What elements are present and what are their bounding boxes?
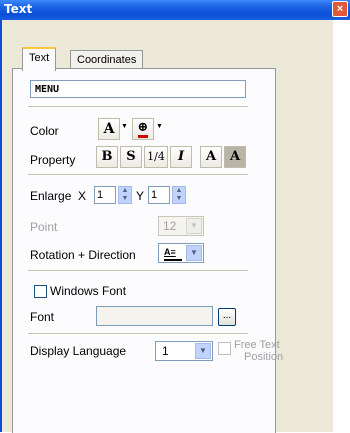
fill-color-button[interactable]: ⊕ bbox=[132, 118, 154, 140]
font-browse-button[interactable]: ... bbox=[218, 308, 236, 326]
windows-font-label: Windows Font bbox=[50, 284, 127, 298]
window-border bbox=[0, 20, 2, 432]
free-text-label: Free Text bbox=[234, 339, 280, 351]
enlarge-x-label: X bbox=[78, 189, 87, 203]
font-color-dropdown-arrow[interactable]: ▼ bbox=[121, 123, 128, 130]
display-language-value: 1 bbox=[162, 344, 169, 358]
font-color-button[interactable]: A bbox=[98, 118, 120, 140]
italic-button[interactable]: I bbox=[170, 146, 192, 168]
free-text-position-checkbox bbox=[218, 342, 231, 355]
close-button[interactable]: × bbox=[332, 1, 348, 17]
title-bar[interactable]: Text × bbox=[0, 0, 350, 20]
divider bbox=[28, 333, 248, 334]
font-label: Font bbox=[30, 310, 55, 324]
enlarge-y-label: Y bbox=[136, 189, 145, 203]
inverse-text-button[interactable]: A bbox=[224, 146, 246, 168]
enlarge-label: Enlarge bbox=[30, 189, 72, 203]
fill-color-dropdown-arrow[interactable]: ▼ bbox=[156, 123, 163, 130]
display-language-select[interactable]: 1 ▼ bbox=[155, 341, 213, 361]
window-title: Text bbox=[4, 2, 33, 16]
point-label: Point bbox=[30, 220, 58, 234]
palette-icon: ⊕ bbox=[137, 120, 149, 138]
point-value: 12 bbox=[163, 219, 177, 233]
text-input[interactable]: MENU bbox=[30, 80, 246, 98]
normal-text-button[interactable]: A bbox=[200, 146, 222, 168]
font-color-icon: A bbox=[103, 121, 115, 137]
chevron-down-icon: ▼ bbox=[186, 245, 202, 261]
chevron-down-icon: ▼ bbox=[195, 343, 211, 359]
background-area bbox=[333, 20, 350, 432]
divider bbox=[28, 174, 248, 175]
divider bbox=[28, 270, 248, 271]
tab-text[interactable]: Text bbox=[22, 47, 57, 71]
enlarge-y-spinner[interactable]: ▲ ▼ bbox=[172, 186, 186, 204]
chevron-down-icon: ▼ bbox=[186, 218, 202, 234]
position-label: Position bbox=[244, 351, 284, 363]
display-language-label: Display Language bbox=[30, 344, 127, 358]
rotation-direction-label: Rotation + Direction bbox=[30, 248, 136, 262]
bold-button[interactable]: B bbox=[96, 146, 118, 168]
text-direction-icon: A≡ bbox=[164, 247, 182, 261]
enlarge-x-field[interactable]: 1 bbox=[94, 186, 116, 204]
font-name-field bbox=[96, 306, 213, 326]
windows-font-checkbox[interactable] bbox=[34, 285, 47, 298]
text-dialog: Text × Text Coordinates MENU Color A ▼ ⊕… bbox=[0, 0, 350, 433]
quarter-size-button[interactable]: 1/4 bbox=[144, 146, 168, 168]
free-text-position-label: Free Text Position bbox=[234, 339, 283, 363]
enlarge-y-field[interactable]: 1 bbox=[148, 186, 170, 204]
property-label: Property bbox=[30, 153, 76, 167]
divider bbox=[28, 106, 248, 107]
tab-coordinates[interactable]: Coordinates bbox=[70, 50, 144, 69]
rotation-direction-select[interactable]: A≡ ▼ bbox=[158, 243, 204, 263]
enlarge-x-spinner[interactable]: ▲ ▼ bbox=[118, 186, 132, 204]
point-select[interactable]: 12 ▼ bbox=[158, 216, 204, 236]
color-label: Color bbox=[30, 124, 59, 138]
shadow-button[interactable]: S bbox=[120, 146, 142, 168]
